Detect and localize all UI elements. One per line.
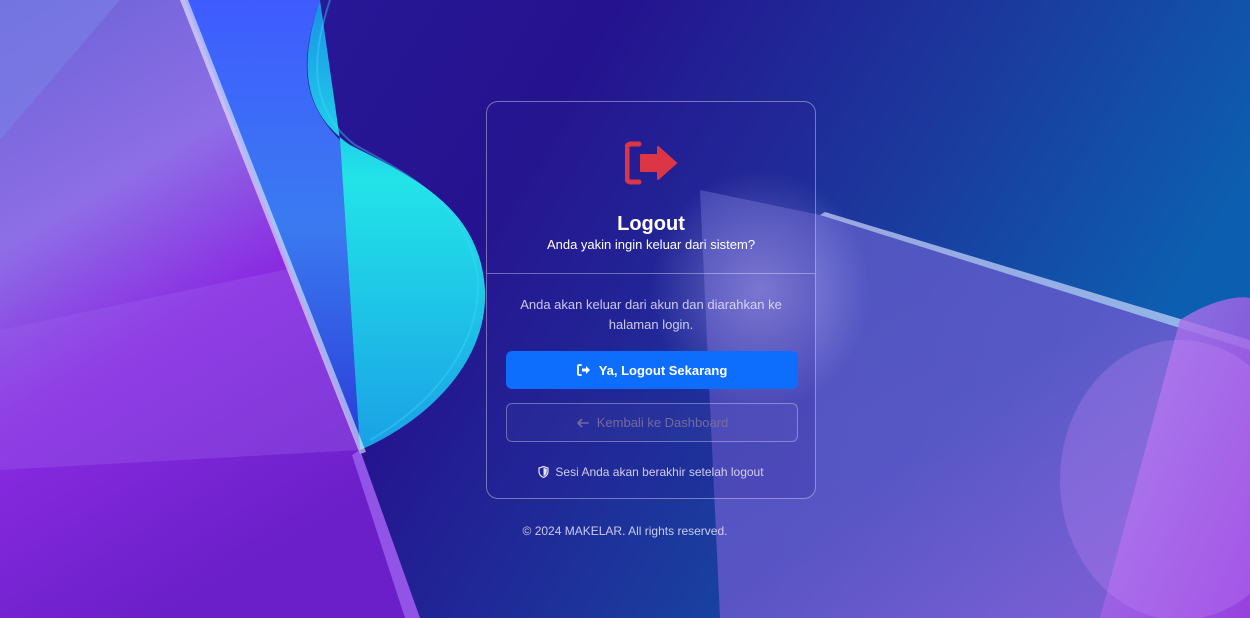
confirm-logout-label: Ya, Logout Sekarang: [598, 362, 728, 378]
session-note: Sesi Anda akan berakhir setelah logout: [487, 465, 815, 479]
logout-description: Anda akan keluar dari akun dan diarahkan…: [520, 297, 782, 332]
page-subtitle: Anda yakin ingin keluar dari sistem?: [546, 237, 756, 252]
card-header: Logout Anda yakin ingin keluar dari sist…: [487, 102, 815, 274]
arrow-left-icon: [576, 418, 589, 428]
logout-icon: [576, 364, 591, 376]
back-to-dashboard-label: Kembali ke Dashboard: [596, 415, 729, 430]
page-title: Logout: [617, 213, 685, 235]
back-to-dashboard-button[interactable]: Kembali ke Dashboard: [506, 403, 798, 442]
confirm-logout-button[interactable]: Ya, Logout Sekarang: [506, 351, 798, 389]
session-note-text: Sesi Anda akan berakhir setelah logout: [555, 465, 764, 479]
footer-copyright: © 2024 MAKELAR. All rights reserved.: [522, 524, 728, 538]
logout-icon: [625, 141, 677, 185]
logout-card: Logout Anda yakin ingin keluar dari sist…: [486, 101, 816, 499]
shield-icon: [538, 466, 550, 478]
